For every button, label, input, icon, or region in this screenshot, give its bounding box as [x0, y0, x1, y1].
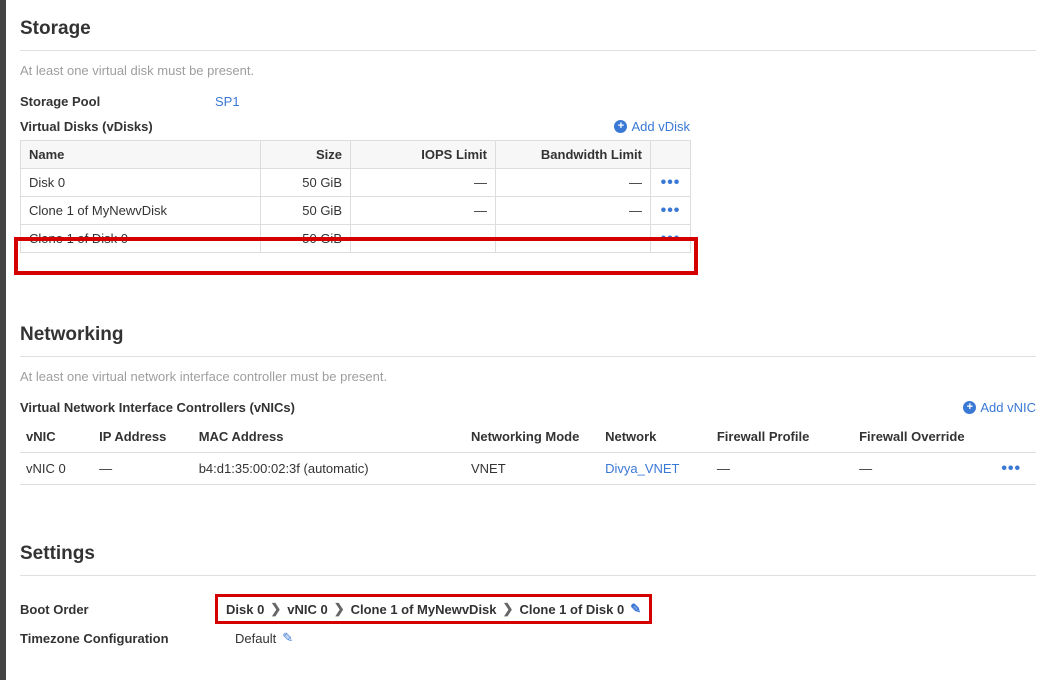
edit-boot-order-button[interactable]: ✎: [630, 601, 641, 617]
col-mode: Networking Mode: [465, 421, 599, 453]
boot-order-value: Disk 0 ❯ vNIC 0 ❯ Clone 1 of MyNewvDisk …: [215, 594, 652, 624]
cell-size: 50 GiB: [261, 169, 351, 197]
row-actions-menu[interactable]: •••: [659, 178, 682, 188]
cell-size: 50 GiB: [261, 225, 351, 253]
vdisks-header: Name Size IOPS Limit Bandwidth Limit: [21, 141, 691, 169]
cell-bw: —: [496, 169, 651, 197]
col-fw: Firewall Profile: [711, 421, 853, 453]
chevron-right-icon: ❯: [503, 601, 514, 617]
timezone-value-wrap: Default ✎: [215, 630, 293, 646]
vnics-table: vNIC IP Address MAC Address Networking M…: [20, 421, 1036, 485]
plus-circle-icon: +: [963, 401, 976, 414]
cell-iops: —: [351, 169, 496, 197]
chevron-right-icon: ❯: [270, 601, 281, 617]
timezone-value: Default: [235, 631, 276, 646]
cell-mode: VNET: [465, 453, 599, 485]
settings-section: Settings Boot Order Disk 0 ❯ vNIC 0 ❯ Cl…: [6, 525, 1050, 646]
col-bw: Bandwidth Limit: [496, 141, 651, 169]
storage-hint: At least one virtual disk must be presen…: [20, 63, 1036, 78]
storage-pool-label: Storage Pool: [20, 94, 215, 109]
vdisks-table: Name Size IOPS Limit Bandwidth Limit Dis…: [20, 140, 691, 253]
cell-name: Clone 1 of Disk 0: [21, 225, 261, 253]
col-fwo: Firewall Override: [853, 421, 995, 453]
divider: [20, 50, 1036, 51]
col-mac: MAC Address: [193, 421, 465, 453]
cell-mac: b4:d1:35:00:02:3f (automatic): [193, 453, 465, 485]
table-row: Disk 0 50 GiB — — •••: [21, 169, 691, 197]
add-vnic-label: Add vNIC: [980, 400, 1036, 415]
chevron-right-icon: ❯: [334, 601, 345, 617]
add-vdisk-button[interactable]: + Add vDisk: [614, 119, 690, 134]
boot-item: Disk 0: [226, 602, 264, 617]
vnics-header: vNIC IP Address MAC Address Networking M…: [20, 421, 1036, 453]
divider: [20, 356, 1036, 357]
storage-section: Storage At least one virtual disk must b…: [6, 0, 1050, 256]
plus-circle-icon: +: [614, 120, 627, 133]
networking-section: Networking At least one virtual network …: [6, 306, 1050, 485]
vdisks-header-row: Virtual Disks (vDisks) + Add vDisk: [20, 119, 690, 134]
col-name: Name: [21, 141, 261, 169]
col-size: Size: [261, 141, 351, 169]
row-actions-menu[interactable]: •••: [659, 234, 682, 244]
boot-item: vNIC 0: [287, 602, 327, 617]
timezone-row: Timezone Configuration Default ✎: [20, 630, 1036, 646]
cell-bw: —: [496, 225, 651, 253]
networking-heading: Networking: [20, 324, 1036, 346]
timezone-label: Timezone Configuration: [20, 631, 215, 646]
row-actions-menu[interactable]: •••: [1001, 460, 1021, 477]
table-row: Clone 1 of Disk 0 50 GiB — — •••: [21, 225, 691, 253]
col-iops: IOPS Limit: [351, 141, 496, 169]
col-actions: [995, 421, 1036, 453]
vnics-subheader: Virtual Network Interface Controllers (v…: [20, 400, 295, 415]
cell-name: Disk 0: [21, 169, 261, 197]
cell-size: 50 GiB: [261, 197, 351, 225]
col-net: Network: [599, 421, 711, 453]
table-row: vNIC 0 — b4:d1:35:00:02:3f (automatic) V…: [20, 453, 1036, 485]
row-actions-menu[interactable]: •••: [659, 206, 682, 216]
table-row: Clone 1 of MyNewvDisk 50 GiB — — •••: [21, 197, 691, 225]
cell-iops: —: [351, 197, 496, 225]
col-ip: IP Address: [93, 421, 193, 453]
vdisks-table-wrap: Name Size IOPS Limit Bandwidth Limit Dis…: [20, 140, 691, 253]
col-vnic: vNIC: [20, 421, 93, 453]
vdisks-subheader: Virtual Disks (vDisks): [20, 119, 153, 134]
cell-name: Clone 1 of MyNewvDisk: [21, 197, 261, 225]
networking-hint: At least one virtual network interface c…: [20, 369, 1036, 384]
storage-pool-row: Storage Pool SP1: [20, 94, 1036, 109]
edit-timezone-button[interactable]: ✎: [282, 630, 293, 646]
cell-ip: —: [93, 453, 193, 485]
boot-order-label: Boot Order: [20, 602, 215, 617]
boot-item: Clone 1 of Disk 0: [519, 602, 624, 617]
boot-item: Clone 1 of MyNewvDisk: [351, 602, 497, 617]
network-link[interactable]: Divya_VNET: [605, 461, 679, 476]
cell-vnic: vNIC 0: [20, 453, 93, 485]
cell-bw: —: [496, 197, 651, 225]
storage-heading: Storage: [20, 18, 1036, 40]
divider: [20, 575, 1036, 576]
cell-fwo: —: [853, 453, 995, 485]
cell-iops: —: [351, 225, 496, 253]
add-vdisk-label: Add vDisk: [631, 119, 690, 134]
boot-order-row: Boot Order Disk 0 ❯ vNIC 0 ❯ Clone 1 of …: [20, 594, 1036, 624]
vnics-header-row: Virtual Network Interface Controllers (v…: [20, 400, 1036, 415]
settings-heading: Settings: [20, 543, 1036, 565]
cell-fw: —: [711, 453, 853, 485]
storage-pool-link[interactable]: SP1: [215, 94, 240, 109]
col-actions: [651, 141, 691, 169]
add-vnic-button[interactable]: + Add vNIC: [963, 400, 1036, 415]
